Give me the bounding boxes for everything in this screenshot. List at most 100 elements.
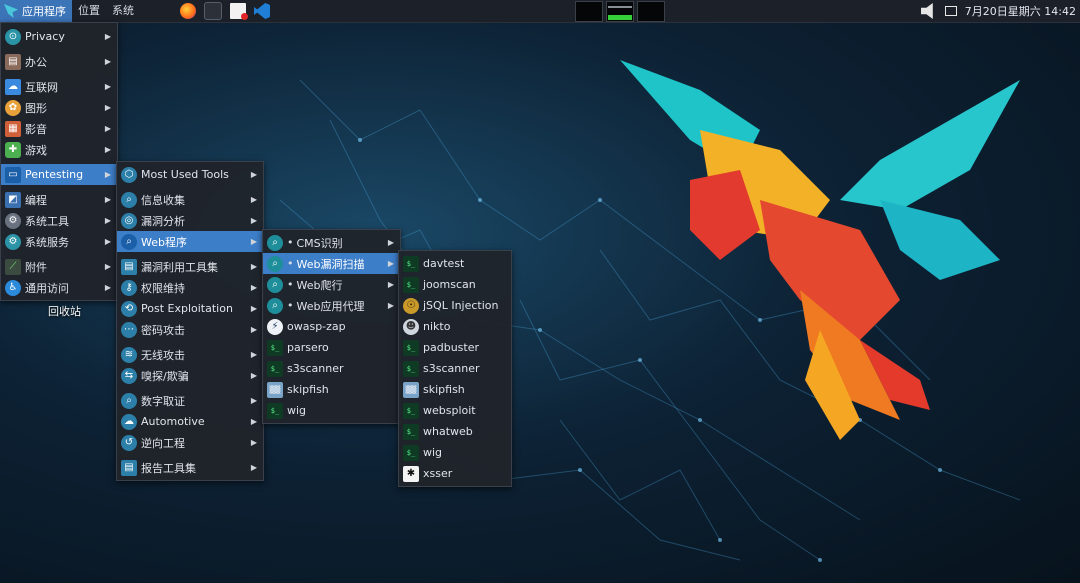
- tools-icon: ⬡: [121, 166, 137, 183]
- menu-item-s3scanner[interactable]: $_ s3scanner: [263, 358, 400, 379]
- menu-item-skipfish-2[interactable]: ▒▒ skipfish: [399, 379, 511, 400]
- password-icon: ⋯: [121, 321, 137, 338]
- applications-menu-label: 应用程序: [22, 5, 66, 18]
- menu-item-privacy[interactable]: ⊙ Privacy ▶: [1, 26, 117, 47]
- menu-item-reporting-tools[interactable]: ▤ 报告工具集 ▶: [117, 457, 263, 478]
- menu-item-wireless-attacks[interactable]: ≋ 无线攻击 ▶: [117, 344, 263, 365]
- workspace-1[interactable]: [575, 1, 603, 22]
- graphics-icon: ✿: [5, 99, 21, 116]
- menu-item-games[interactable]: ✚ 游戏 ▶: [1, 139, 117, 160]
- submenu-arrow-icon: ▶: [104, 103, 111, 112]
- submenu-arrow-icon: ▶: [104, 216, 111, 225]
- menu-item-joomscan[interactable]: $_ joomscan: [399, 274, 511, 295]
- applications-menu-button[interactable]: 应用程序: [0, 0, 72, 22]
- menu-item-post-exploitation[interactable]: ⟲ Post Exploitation ▶: [117, 298, 263, 319]
- terminal-icon: $_: [403, 444, 419, 461]
- pentesting-icon: ▭: [5, 166, 21, 183]
- menu-item-web-crawlers[interactable]: ⌕ • Web爬行 ▶: [263, 274, 400, 295]
- internet-icon: ☁: [5, 78, 21, 95]
- applications-menu: ⊙ Privacy ▶ ▤ 办公 ▶ ☁ 互联网 ▶ ✿ 图形 ▶ ▦ 影音 ▶ ✚ 游戏 ▶ ▭ Pen…: [0, 22, 118, 301]
- menu-item-multimedia[interactable]: ▦ 影音 ▶: [1, 118, 117, 139]
- menu-item-davtest[interactable]: $_ davtest: [399, 253, 511, 274]
- post-exploitation-icon: ⟲: [121, 300, 137, 317]
- submenu-arrow-icon: ▶: [250, 350, 257, 359]
- menu-item-password-attacks[interactable]: ⋯ 密码攻击 ▶: [117, 319, 263, 340]
- menu-item-web-vuln-scanners[interactable]: ⌕ • Web漏洞扫描 ▶: [263, 253, 400, 274]
- menu-item-padbuster[interactable]: $_ padbuster: [399, 337, 511, 358]
- menu-item-system-services[interactable]: ⚙ 系统服务 ▶: [1, 231, 117, 252]
- menu-item-automotive[interactable]: ☁ Automotive ▶: [117, 411, 263, 432]
- owasp-zap-icon: ⚡: [267, 318, 283, 335]
- system-tray: 7月20日星期六 14:42: [920, 0, 1076, 22]
- system-tools-icon: ⚙: [5, 212, 21, 229]
- submenu-arrow-icon: ▶: [250, 463, 257, 472]
- menu-item-wig[interactable]: $_ wig: [263, 400, 400, 421]
- menu-item-cms-identification[interactable]: ⌕ • CMS识别 ▶: [263, 232, 400, 253]
- menu-item-web-app-proxies[interactable]: ⌕ • Web应用代理 ▶: [263, 295, 400, 316]
- display-icon[interactable]: [944, 6, 957, 16]
- terminal-icon: $_: [403, 360, 419, 377]
- mosquito-icon: ✱: [403, 465, 419, 482]
- top-panel: 应用程序 位置 系统 7月20日星期六 14:42: [0, 0, 1080, 23]
- web-apps-submenu: ⌕ • CMS识别 ▶ ⌕ • Web漏洞扫描 ▶ ⌕ • Web爬行 ▶ ⌕ • Web应用代理 ▶ …: [262, 229, 401, 424]
- menu-item-web-apps[interactable]: ⌕ Web程序 ▶: [117, 231, 263, 252]
- menu-item-parsero[interactable]: $_ parsero: [263, 337, 400, 358]
- web-vuln-scanners-submenu: $_ davtest $_ joomscan ☉ jSQL Injection ☻ ni…: [398, 250, 512, 487]
- submenu-arrow-icon: ▶: [387, 301, 394, 310]
- multimedia-icon: ▦: [5, 120, 21, 137]
- menu-item-xsser[interactable]: ✱ xsser: [399, 463, 511, 484]
- menu-item-most-used-tools[interactable]: ⬡ Most Used Tools ▶: [117, 164, 263, 185]
- workspace-3[interactable]: [637, 1, 665, 22]
- menu-item-skipfish[interactable]: ▒▒ skipfish: [263, 379, 400, 400]
- menu-item-jsql-injection[interactable]: ☉ jSQL Injection: [399, 295, 511, 316]
- menu-item-maintaining-access[interactable]: ⚷ 权限维持 ▶: [117, 277, 263, 298]
- web-search-icon: ⌕: [267, 297, 283, 314]
- volume-icon[interactable]: [920, 3, 933, 19]
- menu-item-internet[interactable]: ☁ 互联网 ▶: [1, 76, 117, 97]
- menu-item-sniffing-spoofing[interactable]: ⇆ 嗅探/欺骗 ▶: [117, 365, 263, 386]
- terminal-icon: $_: [267, 339, 283, 356]
- menu-item-wig-2[interactable]: $_ wig: [399, 442, 511, 463]
- submenu-arrow-icon: ▶: [250, 216, 257, 225]
- menu-item-system-tools[interactable]: ⚙ 系统工具 ▶: [1, 210, 117, 231]
- submenu-arrow-icon: ▶: [250, 304, 257, 313]
- clock[interactable]: 7月20日星期六 14:42: [965, 3, 1076, 19]
- terminal-icon: $_: [403, 255, 419, 272]
- vscode-icon[interactable]: [254, 3, 270, 19]
- menu-item-graphics[interactable]: ✿ 图形 ▶: [1, 97, 117, 118]
- submenu-arrow-icon: ▶: [104, 145, 111, 154]
- system-menu-button[interactable]: 系统: [106, 0, 140, 22]
- submenu-arrow-icon: ▶: [250, 325, 257, 334]
- menu-item-reverse-engineering[interactable]: ↺ 逆向工程 ▶: [117, 432, 263, 453]
- terminal-icon[interactable]: [204, 2, 222, 20]
- menu-item-nikto[interactable]: ☻ nikto: [399, 316, 511, 337]
- forensics-icon: ⌕: [121, 392, 137, 409]
- submenu-arrow-icon: ▶: [104, 262, 111, 271]
- menu-item-accessibility[interactable]: ♿ 通用访问 ▶: [1, 277, 117, 298]
- submenu-arrow-icon: ▶: [387, 238, 394, 247]
- menu-item-pentesting[interactable]: ▭ Pentesting ▶: [1, 164, 117, 185]
- menu-item-office[interactable]: ▤ 办公 ▶: [1, 51, 117, 72]
- text-editor-icon[interactable]: [230, 3, 248, 20]
- workspace-2[interactable]: [606, 1, 634, 22]
- menu-item-programming[interactable]: ◩ 编程 ▶: [1, 189, 117, 210]
- submenu-arrow-icon: ▶: [250, 262, 257, 271]
- menu-item-accessories[interactable]: ⟋ 附件 ▶: [1, 256, 117, 277]
- web-search-icon: ⌕: [267, 234, 283, 251]
- submenu-arrow-icon: ▶: [250, 195, 257, 204]
- menu-item-forensics[interactable]: ⌕ 数字取证 ▶: [117, 390, 263, 411]
- alien-icon: ☻: [403, 318, 419, 335]
- menu-item-s3scanner-2[interactable]: $_ s3scanner: [399, 358, 511, 379]
- trash-label[interactable]: 回收站: [48, 303, 81, 319]
- places-menu-button[interactable]: 位置: [72, 0, 106, 22]
- menu-item-info-gathering[interactable]: ⌕ 信息收集 ▶: [117, 189, 263, 210]
- menu-item-owasp-zap[interactable]: ⚡ owasp-zap: [263, 316, 400, 337]
- submenu-arrow-icon: ▶: [250, 417, 257, 426]
- workspace-switcher: [575, 1, 665, 22]
- menu-item-websploit[interactable]: $_ websploit: [399, 400, 511, 421]
- web-search-icon: ⌕: [267, 255, 283, 272]
- menu-item-vuln-analysis[interactable]: ◎ 漏洞分析 ▶: [117, 210, 263, 231]
- menu-item-whatweb[interactable]: $_ whatweb: [399, 421, 511, 442]
- firefox-icon[interactable]: [180, 3, 196, 19]
- menu-item-exploitation[interactable]: ▤ 漏洞利用工具集 ▶: [117, 256, 263, 277]
